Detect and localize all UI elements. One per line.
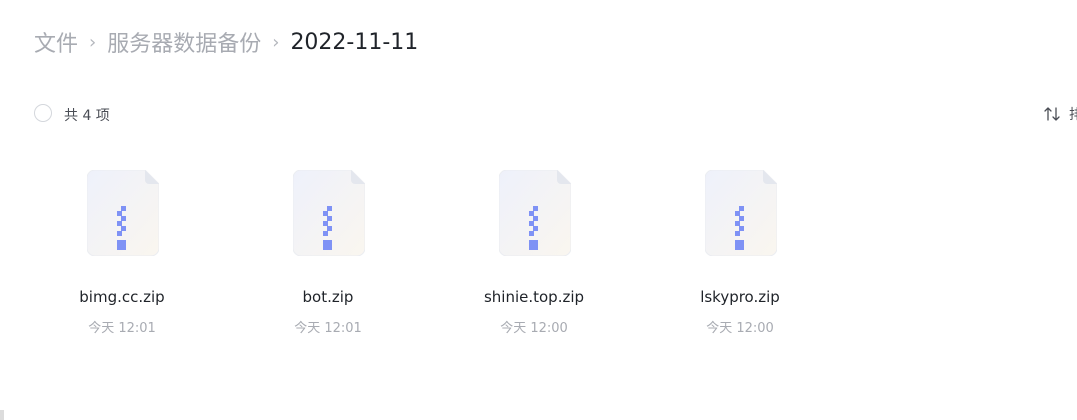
- breadcrumb-item-files[interactable]: 文件: [34, 26, 78, 58]
- file-modified-time: 今天 12:00: [706, 321, 774, 336]
- zip-file-icon: [87, 170, 159, 256]
- file-modified-time: 今天 12:01: [294, 321, 362, 336]
- file-browser: 文件 › 服务器数据备份 › 2022-11-11 共 4 项 排 bimg.c…: [0, 0, 1077, 420]
- breadcrumb-item-current-folder: 2022-11-11: [290, 29, 419, 55]
- zip-file-icon: [705, 170, 777, 256]
- breadcrumb: 文件 › 服务器数据备份 › 2022-11-11: [34, 26, 418, 58]
- file-item[interactable]: lskypro.zip 今天 12:00: [665, 163, 815, 345]
- file-name: lskypro.zip: [700, 288, 780, 306]
- file-item[interactable]: bot.zip 今天 12:01: [253, 163, 403, 345]
- file-name: shinie.top.zip: [483, 288, 585, 306]
- item-count-label: 共 4 项: [64, 108, 110, 124]
- file-modified-time: 今天 12:01: [88, 321, 156, 336]
- file-modified-time: 今天 12:00: [500, 321, 568, 336]
- file-item[interactable]: shinie.top.zip 今天 12:00: [459, 163, 609, 345]
- breadcrumb-separator: ›: [272, 31, 280, 53]
- zip-file-icon: [499, 170, 571, 256]
- file-item[interactable]: bimg.cc.zip 今天 12:01: [47, 163, 197, 345]
- toolbar: 共 4 项 排: [34, 103, 1077, 125]
- sort-label: 排: [1069, 107, 1077, 123]
- scrollbar-edge: [0, 410, 4, 420]
- sort-button[interactable]: 排: [1043, 104, 1077, 124]
- file-name: bot.zip: [302, 288, 354, 306]
- select-all-checkbox[interactable]: [34, 104, 52, 122]
- file-name: bimg.cc.zip: [79, 288, 165, 306]
- sort-icon: [1044, 107, 1060, 121]
- breadcrumb-separator: ›: [89, 31, 97, 53]
- zip-file-icon: [293, 170, 365, 256]
- breadcrumb-item-server-backup[interactable]: 服务器数据备份: [107, 26, 261, 58]
